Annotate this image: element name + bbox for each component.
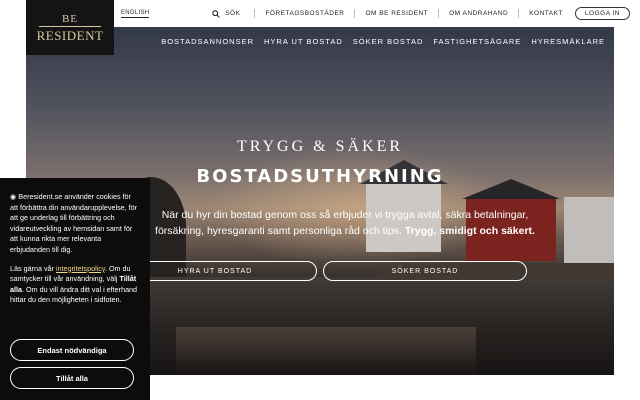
main-nav-soker-bostad[interactable]: SÖKER BOSTAD [348, 37, 429, 46]
login-button[interactable]: LOGGA IN [574, 7, 630, 20]
page: BE RESIDENT ENGLISH SÖK FÖRETAGSBOSTÄDER… [0, 0, 640, 400]
nav-link-om-be-resident[interactable]: OM BE RESIDENT [355, 10, 438, 17]
search-icon [212, 9, 221, 18]
cookie-text-2: Läs gärna vår integritetspolicy. Om du s… [10, 264, 140, 306]
main-nav-fastighetsagare[interactable]: FASTIGHETSÄGARE [428, 37, 526, 46]
logo-text-bottom: RESIDENT [36, 27, 104, 43]
seek-housing-button[interactable]: SÖKER BOSTAD [323, 261, 527, 281]
hero-tagline: TRYGG & SÄKER [236, 138, 404, 155]
main-nav-bostadsannonser[interactable]: BOSTADSANNONSER [156, 37, 259, 46]
hero-lead-bold: Trygg, smidigt och säkert. [404, 225, 535, 237]
main-nav-hyresmaklare[interactable]: HYRESMÄKLARE [526, 37, 610, 46]
cookie-read-text: Läs gärna vår [10, 263, 54, 273]
nav-link-foretagsbostader[interactable]: FÖRETAGSBOSTÄDER [255, 10, 354, 17]
cookie-text-1: ◉ Beresident.se använder cookies för att… [10, 192, 140, 256]
hero-lead: När du hyr din bostad genom oss så erbju… [140, 207, 550, 239]
privacy-policy-link[interactable]: integritetspolicy [56, 264, 105, 273]
cookie-intro: Beresident.se använder cookies för att f… [10, 192, 138, 254]
language-switch[interactable]: ENGLISH [121, 9, 150, 18]
main-nav: BOSTADSANNONSER HYRA UT BOSTAD SÖKER BOS… [26, 27, 614, 55]
logo-text-top: BE [61, 12, 79, 25]
main-nav-hyra-ut-bostad[interactable]: HYRA UT BOSTAD [259, 37, 348, 46]
search-label: SÖK [225, 10, 241, 17]
necessary-only-button[interactable]: Endast nödvändiga [10, 339, 134, 361]
cookie-change-text: . Om du vill ändra ditt val i efterhand … [10, 284, 138, 305]
utility-nav: SÖK FÖRETAGSBOSTÄDER OM BE RESIDENT OM A… [212, 6, 630, 21]
search-button[interactable]: SÖK [212, 9, 254, 18]
logo-divider [39, 25, 101, 27]
nav-link-kontakt[interactable]: KONTAKT [519, 10, 573, 17]
cookie-banner: ◉ Beresident.se använder cookies för att… [0, 178, 150, 400]
nav-link-om-andrahand[interactable]: OM ANDRAHAND [439, 10, 518, 17]
allow-all-button[interactable]: Tillåt alla [10, 367, 134, 389]
site-logo[interactable]: BE RESIDENT [26, 0, 114, 55]
